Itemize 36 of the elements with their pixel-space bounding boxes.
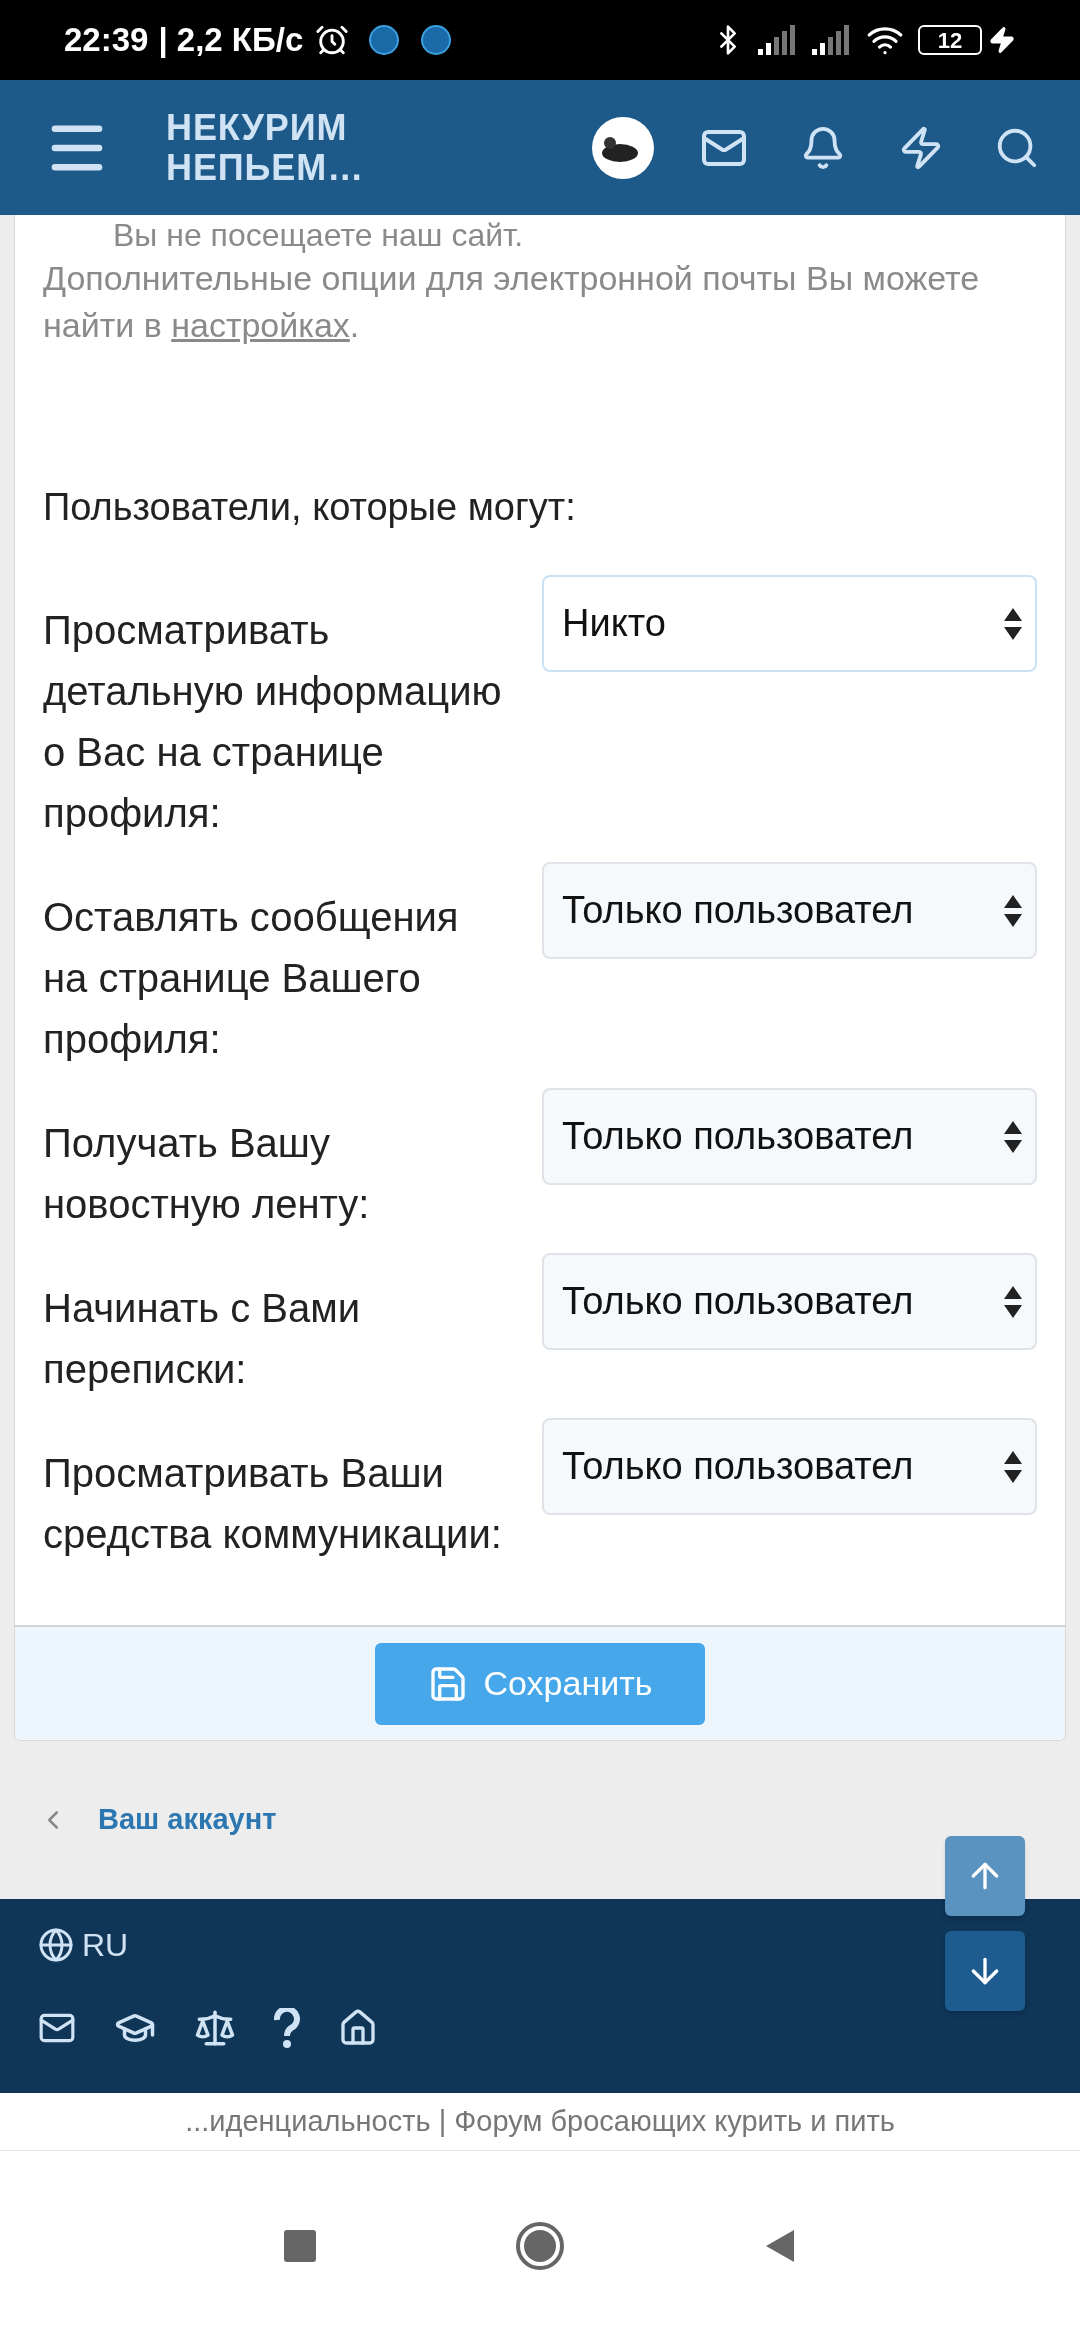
app-icon bbox=[369, 25, 400, 55]
signal-icon bbox=[758, 25, 798, 55]
charging-icon bbox=[988, 26, 1016, 54]
select-field[interactable]: Только пользовател bbox=[542, 1418, 1037, 1515]
home-button[interactable] bbox=[516, 2221, 564, 2270]
battery-indicator: 12 bbox=[918, 25, 982, 55]
question-mark-icon[interactable] bbox=[274, 2008, 300, 2048]
select-field[interactable]: Никто bbox=[542, 575, 1037, 672]
note-text: Вы не посещаете наш сайт. bbox=[112, 216, 525, 255]
avatar-icon[interactable] bbox=[592, 116, 654, 179]
recents-button[interactable] bbox=[284, 2229, 316, 2262]
select-field[interactable]: Только пользовател bbox=[542, 1253, 1037, 1350]
setting-label: Получать Вашу новостную ленту: bbox=[43, 1120, 371, 1228]
setting-label: Начинать с Вами переписки: bbox=[43, 1285, 362, 1393]
alarm-icon bbox=[315, 23, 350, 57]
site-logo-text[interactable]: НЕПЬЕМ… bbox=[166, 147, 365, 188]
scroll-down-button[interactable] bbox=[945, 1931, 1025, 2011]
setting-label: Просматривать Ваши средства коммуникации: bbox=[43, 1450, 503, 1558]
scroll-up-button[interactable] bbox=[945, 1836, 1025, 1916]
app-icon bbox=[421, 25, 452, 55]
note-text: Дополнительные опции для электронной почты Вы можете найти в настройках. bbox=[43, 258, 981, 346]
breadcrumb-link[interactable]: Ваш аккаунт bbox=[98, 1798, 277, 1842]
language-link[interactable]: RU bbox=[82, 1921, 129, 1969]
site-logo-text[interactable]: НЕКУРИМ bbox=[166, 107, 365, 148]
setting-label: Оставлять сообщения на странице Вашего профиля: bbox=[43, 894, 460, 1063]
select-field[interactable]: Только пользовател bbox=[542, 862, 1037, 959]
globe-icon bbox=[38, 1927, 74, 1963]
section-heading: Пользователи, которые могут: bbox=[43, 485, 577, 529]
signal-icon bbox=[812, 25, 852, 55]
back-button[interactable] bbox=[764, 2227, 796, 2264]
network-speed: | 2,2 КБ/с bbox=[158, 20, 304, 61]
page-title-text: ...иденциальность | Форум бросающих курить и пить bbox=[185, 2103, 895, 2139]
setting-label: Просматривать детальную информацию о Вас на странице профиля: bbox=[43, 607, 503, 837]
status-time: 22:39 bbox=[64, 20, 149, 61]
home-icon[interactable] bbox=[338, 2008, 378, 2048]
select-field[interactable]: Только пользовател bbox=[542, 1088, 1037, 1185]
